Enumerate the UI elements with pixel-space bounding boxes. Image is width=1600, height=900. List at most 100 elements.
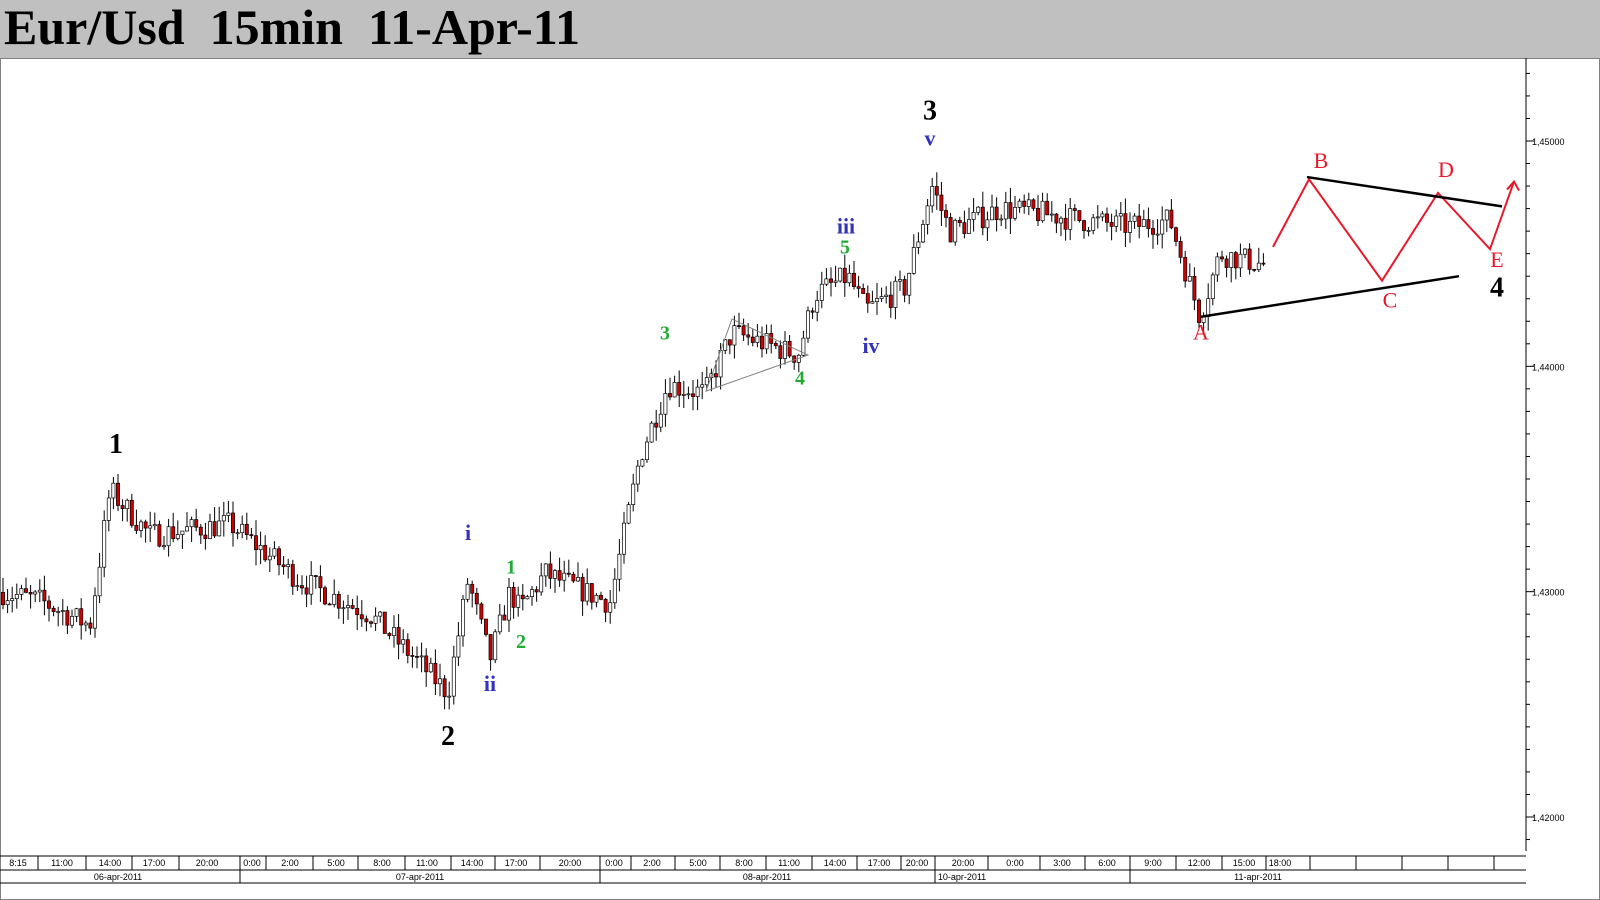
candle-body: [911, 247, 916, 274]
x-time-label: 12:00: [1188, 858, 1211, 868]
candle-bear: [750, 329, 755, 347]
candle-bear: [369, 620, 373, 628]
candle-bear: [944, 204, 948, 228]
candle-body: [263, 545, 268, 561]
candle-body: [525, 596, 530, 600]
candle-bull: [1164, 209, 1169, 232]
candle-bear: [1183, 251, 1188, 288]
candle-bull: [824, 268, 829, 287]
wave-label-minor: ii: [484, 671, 496, 696]
candle-body: [879, 296, 884, 299]
candle-bull: [401, 629, 406, 654]
candle-bull: [33, 590, 38, 603]
projection-label-e: E: [1490, 247, 1503, 272]
candle-bull: [392, 615, 396, 648]
candle-body: [1220, 256, 1224, 260]
candle-body: [1151, 228, 1155, 235]
candle-body: [787, 340, 792, 357]
candle-bull: [507, 577, 511, 632]
candle-body: [962, 222, 967, 234]
candle-bull: [373, 607, 378, 631]
candles: [1, 172, 1266, 710]
candle-bull: [875, 283, 879, 315]
candle-bull: [438, 663, 442, 697]
candle-body: [1123, 213, 1128, 233]
x-time-label: 14:00: [99, 858, 122, 868]
candle-body: [677, 382, 682, 396]
candle-body: [428, 662, 433, 673]
candle-body: [267, 555, 272, 561]
candle-bull: [226, 500, 231, 523]
candle-bull: [870, 290, 875, 304]
candle-bear: [336, 591, 341, 619]
candle-body: [1215, 256, 1220, 276]
candle-bull: [341, 600, 346, 624]
candle-bear: [810, 307, 815, 320]
x-time-label: 5:00: [327, 858, 345, 868]
candle-body: [681, 394, 686, 396]
candle-body: [93, 595, 97, 629]
candle-bull: [635, 459, 640, 492]
candle-body: [695, 386, 700, 397]
wave-label-minor: iii: [837, 213, 855, 238]
candle-bull: [833, 265, 838, 287]
candle-bull: [465, 578, 470, 603]
candle-body: [10, 598, 15, 601]
candle-bear: [281, 555, 286, 575]
x-time-label: 0:00: [605, 858, 623, 868]
candle-bull: [106, 490, 111, 532]
candle-bull: [976, 206, 981, 216]
candle-bull: [617, 539, 622, 592]
candle-body: [1045, 200, 1050, 216]
candle-body: [944, 210, 948, 218]
candle-bull: [622, 511, 626, 564]
projection-label-b: B: [1314, 148, 1329, 173]
candle-bull: [152, 512, 157, 531]
candle-body: [999, 218, 1004, 221]
candle-body: [465, 583, 470, 600]
candle-bull: [286, 558, 291, 579]
candle-bull: [1215, 252, 1220, 282]
candle-body: [502, 614, 507, 621]
candle-bull: [1114, 209, 1119, 233]
x-date-label: 06-apr-2011: [94, 872, 142, 882]
candle-bear: [1192, 267, 1197, 311]
candle-body: [1229, 252, 1234, 268]
candle-body: [727, 339, 732, 346]
candle-body: [1128, 220, 1132, 233]
candle-body: [548, 563, 553, 579]
candle-body: [1187, 275, 1192, 282]
candle-body: [893, 280, 898, 308]
candle-body: [332, 593, 337, 605]
candle-bull: [456, 622, 461, 666]
candle-bear: [511, 582, 516, 619]
candle-bull: [755, 323, 760, 348]
candle-bull: [953, 218, 958, 246]
candle-bear: [1077, 210, 1082, 223]
candle-bear: [1151, 219, 1155, 249]
candle-body: [134, 524, 139, 531]
candle-bear: [741, 318, 746, 342]
candle-bull: [295, 574, 300, 591]
candle-body: [861, 288, 866, 294]
candle-bull: [806, 306, 810, 343]
candle-bull: [272, 541, 277, 560]
candle-body: [833, 280, 838, 283]
candle-body: [313, 575, 318, 578]
candle-body: [773, 343, 778, 347]
candle-body: [143, 521, 148, 529]
candle-bear: [520, 584, 525, 611]
candle-body: [852, 272, 856, 287]
candle-body: [1086, 230, 1091, 232]
x-time-label: 17:00: [143, 858, 166, 868]
candle-bull: [111, 476, 116, 510]
candle-body: [336, 593, 341, 609]
candle-body: [967, 219, 971, 234]
candle-body: [180, 530, 185, 535]
candle-body: [74, 608, 79, 617]
candle-bear: [405, 633, 410, 664]
x-date-label: 07-apr-2011: [396, 872, 444, 882]
candle-body: [1, 591, 5, 606]
candle-bull: [125, 498, 130, 522]
candle-body: [461, 598, 465, 637]
